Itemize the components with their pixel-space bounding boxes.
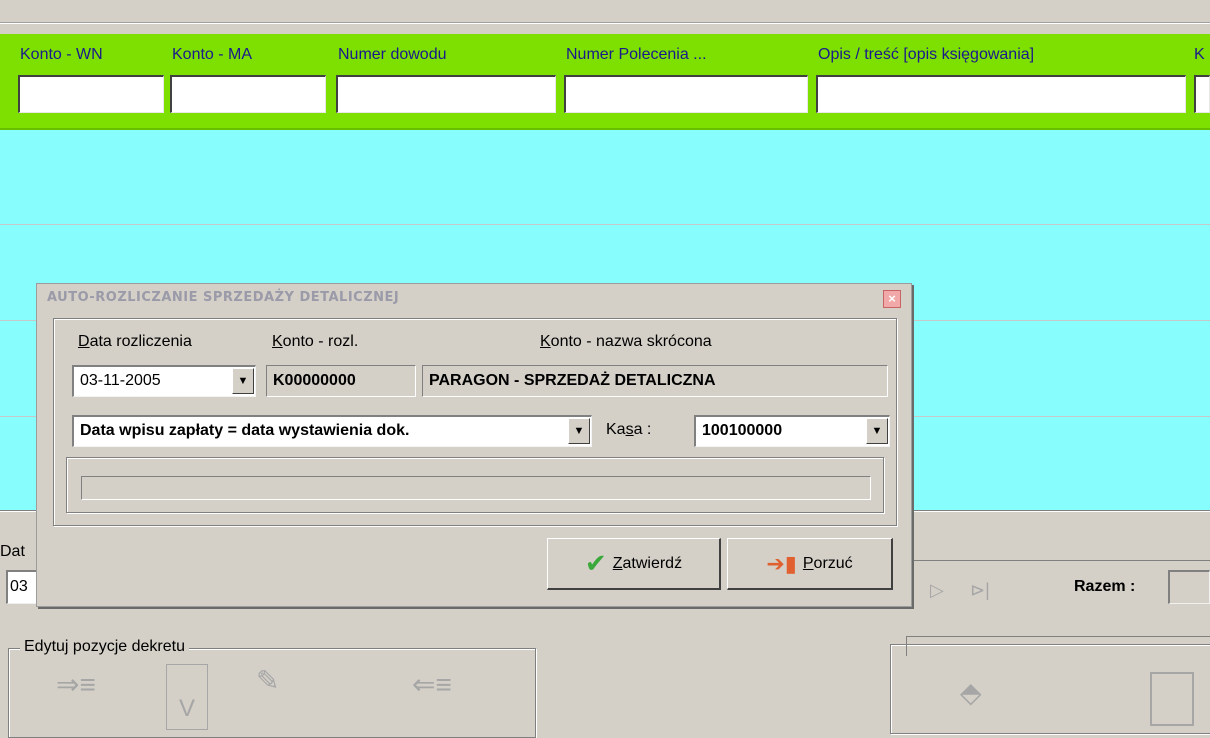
edit-group-label: Edytuj pozycje dekretu — [20, 638, 189, 656]
account-settlement-value: K00000000 — [266, 365, 416, 397]
account-name-value: PARAGON - SPRZEDAŻ DETALICZNA — [422, 365, 888, 397]
filter-label-numer-dowodu: Numer dowodu — [338, 46, 447, 63]
filter-label-konto-ma: Konto - MA — [172, 46, 253, 63]
auto-settlement-dialog: AUTO-ROZLICZANIE SPRZEDAŻY DETALICZNEJ ×… — [36, 283, 912, 607]
date-settlement-select[interactable]: 03-11-2005 ▼ — [72, 365, 256, 397]
kasa-label: Kasa : — [606, 421, 652, 438]
date-settlement-label: Data rozliczenia — [78, 333, 192, 350]
chevron-down-icon[interactable]: ▼ — [232, 368, 254, 394]
filter-input-numer-polecenia[interactable] — [564, 75, 808, 113]
cancel-button[interactable]: ➔▮ Porzuć — [727, 538, 893, 590]
razem-label: Razem : — [1074, 578, 1136, 595]
progress-bar — [81, 476, 871, 500]
filter-label-opis: Opis / treść [opis księgowania] — [818, 46, 1035, 63]
confirm-button[interactable]: ✔ Zatwierdź — [547, 538, 721, 590]
dialog-panel: Data rozliczenia Konto - rozl. Konto - n… — [53, 318, 897, 526]
filter-input-konto-ma[interactable] — [170, 75, 326, 113]
exit-door-icon: ➔▮ — [766, 550, 797, 576]
filter-bar: Konto - WN Konto - MA Numer dowodu Numer… — [0, 34, 1210, 130]
filter-input-konto-wn[interactable] — [18, 75, 164, 113]
filter-input-opis[interactable] — [816, 75, 1186, 113]
account-settlement-label: Konto - rozl. — [272, 333, 359, 350]
razem-value — [1168, 570, 1210, 604]
save-icon[interactable] — [1150, 672, 1194, 726]
check-icon[interactable]: V — [166, 664, 208, 730]
dialog-title: AUTO-ROZLICZANIE SPRZEDAŻY DETALICZNEJ — [47, 290, 400, 305]
filter-input-cut[interactable] — [1194, 75, 1210, 113]
kasa-select[interactable]: 100100000 ▼ — [694, 415, 890, 447]
date-label: Dat — [0, 543, 25, 560]
remove-position-icon[interactable]: ⇐≡ — [412, 668, 452, 701]
eraser-icon[interactable]: ⬘ — [960, 676, 982, 709]
progress-box — [66, 457, 884, 513]
next-record-icon[interactable]: ▷ — [930, 580, 944, 601]
payment-date-rule-select[interactable]: Data wpisu zapłaty = data wystawienia do… — [72, 415, 592, 447]
account-name-label: Konto - nazwa skrócona — [540, 333, 712, 350]
checkmark-icon: ✔ — [584, 548, 607, 578]
close-icon[interactable]: × — [883, 290, 901, 308]
filter-label-numer-polecenia: Numer Polecenia ... — [566, 46, 707, 63]
insert-position-icon[interactable]: ⇒≡ — [56, 668, 96, 701]
chevron-down-icon[interactable]: ▼ — [866, 418, 888, 444]
filter-input-numer-dowodu[interactable] — [336, 75, 556, 113]
last-record-icon[interactable]: ⊳| — [970, 580, 990, 601]
filter-label-konto-wn: Konto - WN — [20, 46, 103, 63]
filter-label-cut: K — [1194, 46, 1205, 63]
top-strip — [0, 0, 1210, 34]
chevron-down-icon[interactable]: ▼ — [568, 418, 590, 444]
edit-position-icon[interactable]: ✎ — [256, 664, 279, 697]
